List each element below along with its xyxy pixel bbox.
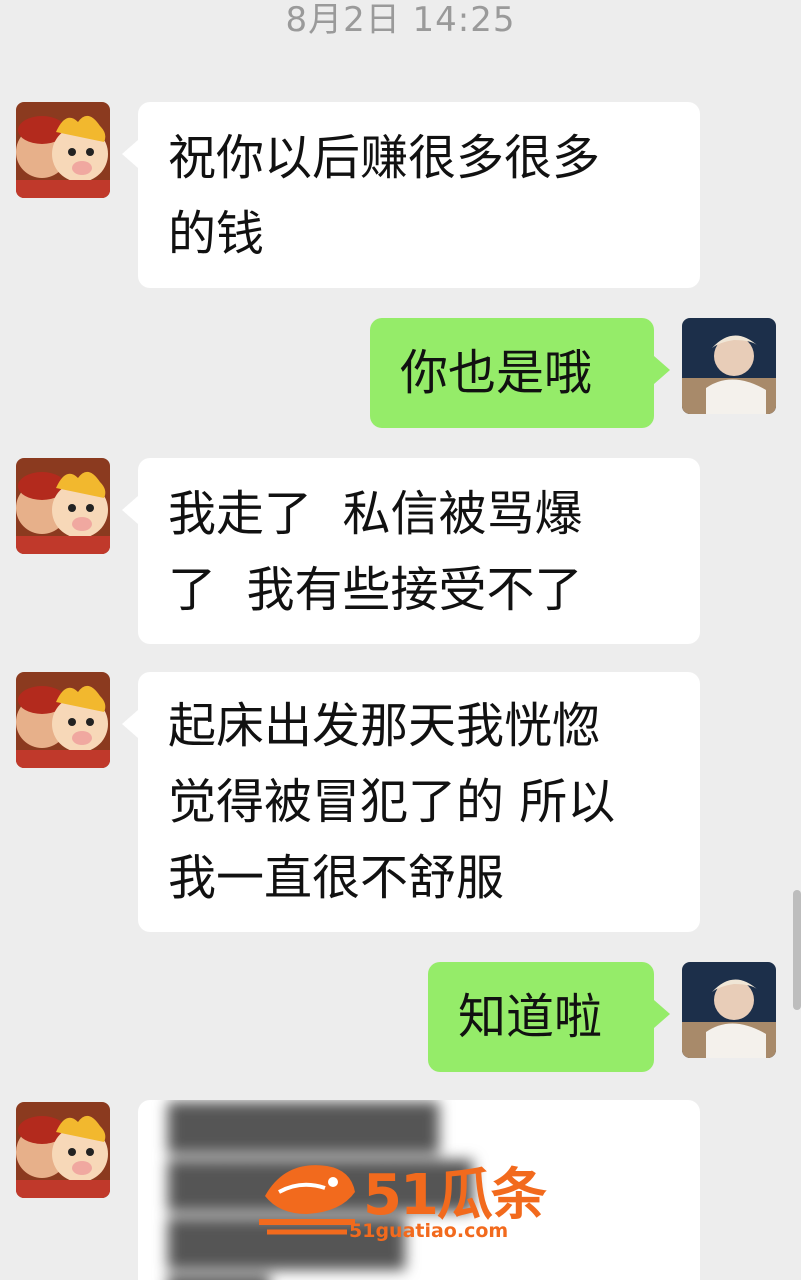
message-text: 祝你以后赚很多很多 的钱 [168,130,601,262]
message-bubble-outgoing[interactable]: 知道啦 [428,962,670,1072]
bubble-tail [122,140,138,168]
message-bubble-outgoing[interactable]: 你也是哦 [370,318,670,428]
bubble-tail [654,356,670,384]
chat-timestamp: 8月2日 14:25 [285,0,516,40]
scrollbar[interactable] [793,890,801,1010]
fish-logo-icon [259,1165,355,1235]
message-text: 你也是哦 [400,345,593,401]
watermark-url: 51guatiao.com [349,1220,509,1242]
cartoon-pig-avatar-icon[interactable] [16,1102,110,1198]
cartoon-pig-avatar-icon[interactable] [16,672,110,768]
message-bubble-incoming[interactable]: 我走了 私信被骂爆 了 我有些接受不了 [122,458,700,644]
person-photo-avatar-icon[interactable] [682,318,776,414]
bubble-tail [122,710,138,738]
person-photo-avatar-icon[interactable] [682,962,776,1058]
cartoon-pig-avatar-icon[interactable] [16,102,110,198]
bubble-tail [122,496,138,524]
cartoon-pig-avatar-icon[interactable] [16,458,110,554]
watermark: 51瓜条 51guatiao.com [255,1148,555,1248]
bubble-tail [654,1000,670,1028]
message-bubble-incoming[interactable]: 起床出发那天我恍惚 觉得被冒犯了的 所以 我一直很不舒服 [122,672,700,932]
message-text: 知道啦 [458,989,603,1045]
watermark-brand: 51瓜条 [363,1163,547,1228]
message-text: 起床出发那天我恍惚 觉得被冒犯了的 所以 我一直很不舒服 [168,698,616,906]
message-text: 我走了 私信被骂爆 了 我有些接受不了 [168,486,583,618]
message-bubble-incoming[interactable]: 祝你以后赚很多很多 的钱 [122,102,700,288]
